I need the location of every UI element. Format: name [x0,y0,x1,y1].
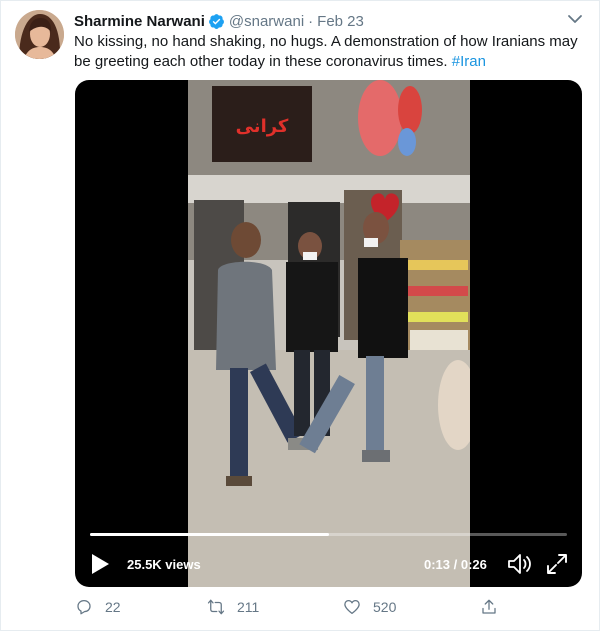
video-views: 25.5K views [127,557,201,572]
retweet-count: 211 [237,599,260,615]
play-icon[interactable] [89,552,111,576]
video-player[interactable]: کرانی 25.5K views 0:13 / 0:26 [75,80,582,587]
reply-button[interactable]: 22 [75,596,121,618]
storefront-sign: کرانی [236,116,289,137]
like-icon [344,599,360,615]
avatar[interactable] [15,10,64,59]
tweet-date[interactable]: Feb 23 [317,13,364,30]
tweet-body: No kissing, no hand shaking, no hugs. A … [74,33,578,70]
tweet-actions: 22 211 520 [1,596,600,620]
like-button[interactable]: 520 [343,596,396,618]
video-still: کرانی [188,80,470,587]
author-handle[interactable]: @snarwani [229,13,304,30]
video-progress-bar[interactable] [90,533,567,536]
tweet-text: No kissing, no hand shaking, no hugs. A … [74,32,589,72]
caret-down-icon[interactable] [566,10,584,28]
separator-dot: · [308,12,314,30]
reply-count: 22 [105,599,121,615]
reply-icon [77,599,91,615]
video-frame[interactable]: کرانی [188,80,470,587]
share-icon [482,599,496,614]
verified-icon [208,13,224,29]
hashtag-link[interactable]: #Iran [452,53,486,70]
tweet[interactable]: Sharmine Narwani @snarwani · Feb 23 No k… [0,0,600,631]
author-name[interactable]: Sharmine Narwani [74,13,205,30]
tweet-header: Sharmine Narwani @snarwani · Feb 23 [74,11,364,31]
fullscreen-icon[interactable] [545,552,569,576]
video-progress-fill [90,533,329,536]
retweet-icon [207,599,225,615]
like-count: 520 [373,599,397,615]
share-button[interactable] [480,596,510,618]
retweet-button[interactable]: 211 [207,596,259,618]
video-time: 0:13 / 0:26 [424,557,487,572]
volume-icon[interactable] [507,552,533,576]
